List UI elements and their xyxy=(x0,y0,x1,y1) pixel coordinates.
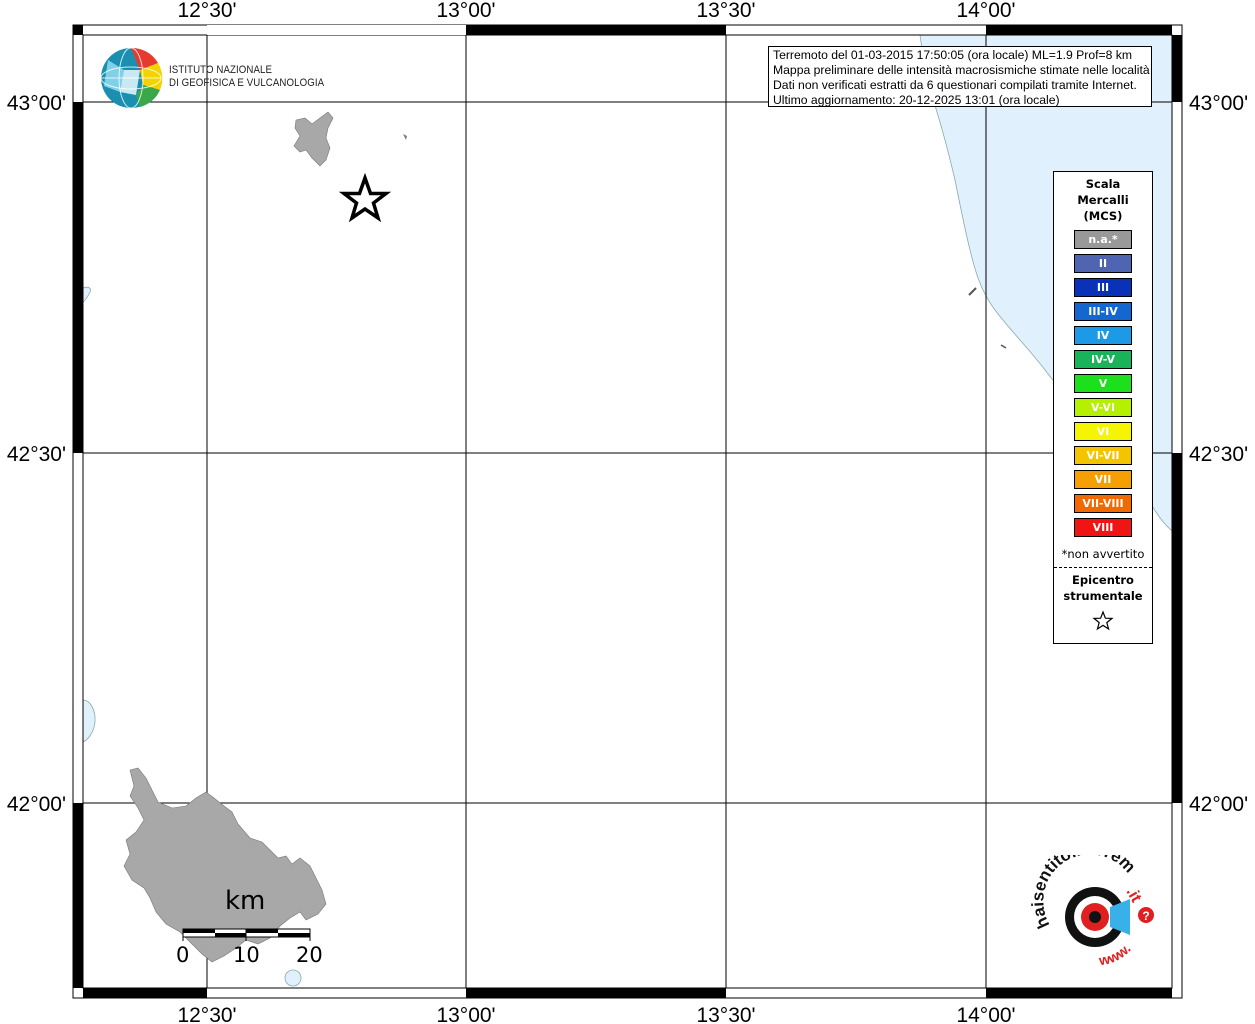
top-lon-3: 13°30' xyxy=(696,0,755,22)
epicenter-star-icon xyxy=(338,172,392,223)
haisentito-logo: haisentitoilterremoto .it www. ? xyxy=(1025,839,1160,975)
legend-item: II xyxy=(1074,254,1132,273)
legend-note: *non avvertito xyxy=(1061,547,1145,561)
legend-item: VI-VII xyxy=(1074,446,1132,465)
legend-item: VIII xyxy=(1074,518,1132,537)
legend-separator xyxy=(1054,567,1152,568)
right-lat-3: 42°00' xyxy=(1189,793,1248,816)
islet xyxy=(403,134,407,140)
ingv-line-2: DI GEOFISICA E VULCANOLOGIA xyxy=(169,77,325,89)
legend-item: VII-VIII xyxy=(1074,494,1132,513)
top-lon-1: 12°30' xyxy=(177,0,236,22)
legend-item: VI xyxy=(1074,422,1132,441)
legend-item: III xyxy=(1074,278,1132,297)
coast-mark xyxy=(82,286,91,303)
ingv-line-1: ISTITUTO NAZIONALE xyxy=(169,64,273,76)
legend-title-line-2: Mercalli xyxy=(1077,193,1129,207)
sea-patch-left xyxy=(82,699,96,743)
info-line-3: Dati non verificati estratti da 6 questi… xyxy=(773,78,1137,92)
right-lat-2: 42°30' xyxy=(1189,443,1248,466)
hst-question: ? xyxy=(1142,909,1149,923)
left-lat-1: 43°00' xyxy=(7,92,66,115)
right-lat-1: 43°00' xyxy=(1189,92,1248,115)
coast-line-2 xyxy=(1000,344,1007,349)
ingv-globe-icon xyxy=(100,47,163,109)
bottom-lon-4: 14°00' xyxy=(956,1004,1015,1024)
legend-star-icon xyxy=(1054,610,1152,636)
legend-title-line-3: (MCS) xyxy=(1083,209,1123,223)
lake xyxy=(284,969,302,987)
legend-epicenter-line-1: Epicentro xyxy=(1072,573,1134,587)
top-lon-4: 14°00' xyxy=(956,0,1015,22)
scale-tick-20: 20 xyxy=(296,943,323,967)
legend-item: VII xyxy=(1074,470,1132,489)
legend-title: Scala Mercalli (MCS) xyxy=(1054,176,1152,224)
legend-epicenter-line-2: strumentale xyxy=(1063,589,1143,603)
bottom-lon-2: 13°00' xyxy=(436,1004,495,1024)
scale-tick-10: 10 xyxy=(233,943,260,967)
info-line-2: Mappa preliminare delle intensità macros… xyxy=(773,63,1150,77)
legend-item: IV xyxy=(1074,326,1132,345)
info-line-1: Terremoto del 01-03-2015 17:50:05 (ora l… xyxy=(773,48,1133,62)
coast-line-1 xyxy=(968,287,977,296)
bottom-lon-1: 12°30' xyxy=(177,1004,236,1024)
ingv-logo-text: ISTITUTO NAZIONALE DI GEOFISICA E VULCAN… xyxy=(169,64,324,90)
legend-item: III-IV xyxy=(1074,302,1132,321)
left-lat-3: 42°00' xyxy=(7,793,66,816)
legend-item: n.a.* xyxy=(1074,230,1132,249)
scale-unit-label: km xyxy=(225,886,266,916)
urban-area-north xyxy=(293,111,334,167)
event-info-box: Terremoto del 01-03-2015 17:50:05 (ora l… xyxy=(768,46,1152,107)
legend-item: IV-V xyxy=(1074,350,1132,369)
mcs-legend: Scala Mercalli (MCS) n.a.* II III III-IV IV I… xyxy=(1053,171,1153,644)
top-lon-2: 13°00' xyxy=(436,0,495,22)
left-lat-2: 42°30' xyxy=(7,443,66,466)
legend-item: V xyxy=(1074,374,1132,393)
bottom-lon-3: 13°30' xyxy=(696,1004,755,1024)
legend-item: V-VI xyxy=(1074,398,1132,417)
legend-items: n.a.* II III III-IV IV IV-V V V-VI VI VI-VII VII VI… xyxy=(1054,230,1152,537)
scale-tick-0: 0 xyxy=(176,943,190,967)
info-line-4: Ultimo aggiornamento: 20-12-2025 13:01 (… xyxy=(773,93,1060,107)
legend-title-line-1: Scala xyxy=(1085,177,1121,191)
legend-epicenter-label: Epicentro strumentale xyxy=(1054,572,1152,604)
